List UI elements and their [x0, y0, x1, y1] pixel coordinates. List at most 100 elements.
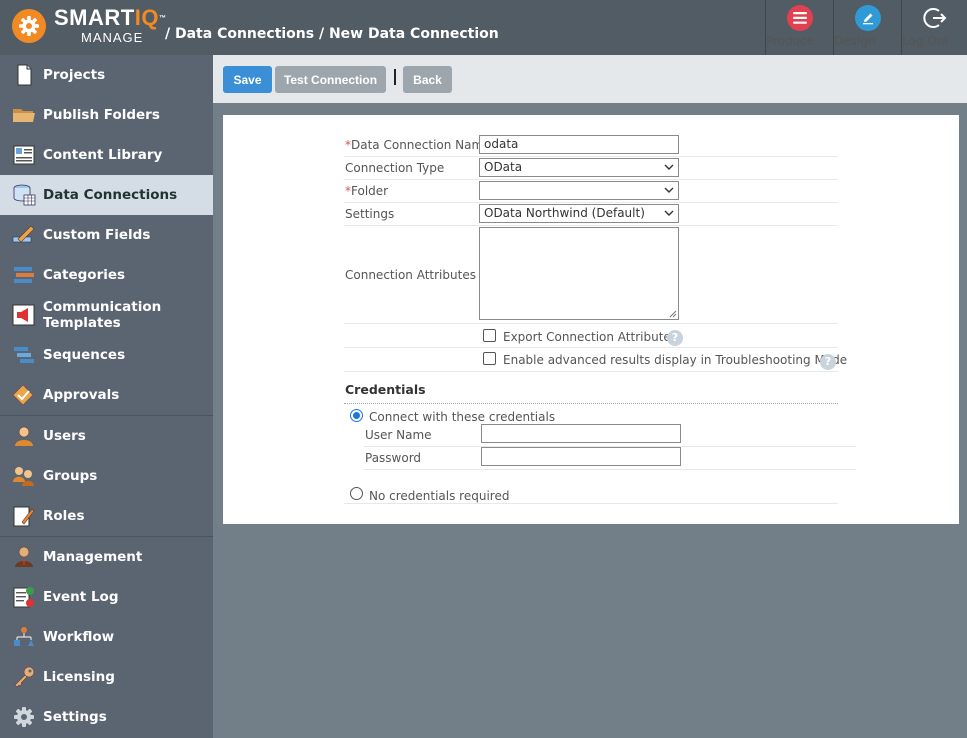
settings-select[interactable]: OData Northwind (Default): [479, 204, 679, 223]
sidebar-item-label: Communication Templates: [43, 299, 162, 331]
credentials-divider: [344, 403, 838, 404]
smartiq-logo-icon: [12, 9, 46, 43]
sidebar-item-users[interactable]: Users: [0, 416, 213, 456]
user-icon: [15, 426, 33, 446]
username-input[interactable]: [481, 424, 681, 443]
sidebar-item-label: Approvals: [43, 387, 120, 403]
pencil-ruler-icon: [12, 225, 35, 243]
toolbar-divider: [394, 69, 396, 85]
no-credentials-label: No credentials required: [369, 489, 510, 503]
sidebar-item-event-log[interactable]: Event Log: [0, 577, 213, 617]
database-icon: [13, 184, 36, 206]
design-button[interactable]: Design: [833, 0, 901, 55]
logo-tm: ™: [158, 15, 167, 22]
row-divider: [344, 347, 838, 348]
sidebar-item-label: Roles: [43, 508, 85, 524]
folder-icon: [13, 109, 35, 122]
data-connection-form: *Data Connection Name odata Connection T…: [223, 115, 959, 524]
gear-icon: [14, 707, 34, 727]
manager-icon: [15, 546, 33, 567]
attributes-label: Connection Attributes: [345, 268, 476, 282]
sidebar-item-data-connections[interactable]: Data Connections: [0, 175, 213, 215]
type-label: Connection Type: [345, 161, 445, 175]
advanced-results-label: Enable advanced results display in Troub…: [503, 353, 848, 367]
sidebar-item-label: Sequences: [43, 347, 126, 363]
produce-label: Produce: [766, 34, 815, 48]
sidebar-item-approvals[interactable]: Approvals: [0, 375, 213, 415]
logo-iq: IQ: [134, 5, 159, 30]
approval-icon: [12, 384, 34, 406]
produce-button[interactable]: Produce: [765, 0, 833, 55]
sidebar-item-communication-templates[interactable]: Communication Templates: [0, 295, 213, 335]
row-divider: [344, 371, 838, 372]
sidebar-item-label: Categories: [43, 267, 126, 283]
chevron-down-icon: [664, 164, 674, 170]
sidebar-item-categories[interactable]: Categories: [0, 255, 213, 295]
sidebar-item-custom-fields[interactable]: Custom Fields: [0, 215, 213, 255]
row-divider: [364, 469, 856, 470]
help-icon[interactable]: ?: [667, 330, 683, 346]
row-divider: [344, 179, 838, 180]
help-icon[interactable]: ?: [820, 354, 836, 370]
save-button[interactable]: Save: [223, 66, 272, 93]
chevron-down-icon: [664, 187, 674, 193]
document-icon: [17, 64, 32, 86]
connection-attributes-textarea[interactable]: [479, 227, 679, 320]
connect-with-credentials-radio[interactable]: [350, 409, 363, 422]
resize-handle-icon[interactable]: [669, 310, 677, 318]
sidebar-item-management[interactable]: Management: [0, 537, 213, 577]
export-attributes-checkbox[interactable]: [483, 329, 496, 342]
folder-label: *Folder: [345, 184, 388, 198]
logout-button[interactable]: Log Out: [901, 0, 967, 55]
connection-name-input[interactable]: odata: [479, 135, 679, 154]
connection-type-value: OData: [484, 160, 523, 174]
folder-label-text: Folder: [351, 184, 389, 198]
sidebar-item-settings[interactable]: Settings: [0, 697, 213, 737]
sidebar-item-label: Workflow: [43, 629, 115, 645]
categories-icon: [14, 267, 34, 283]
test-connection-button[interactable]: Test Connection: [275, 66, 386, 93]
sidebar-item-label: Content Library: [43, 147, 163, 163]
sidebar-item-sequences[interactable]: Sequences: [0, 335, 213, 375]
workflow-icon: [14, 627, 34, 646]
sidebar: Projects Publish Folders Content Library…: [0, 55, 213, 738]
folder-select[interactable]: [479, 181, 679, 200]
row-divider: [344, 225, 838, 226]
sidebar-item-projects[interactable]: Projects: [0, 55, 213, 95]
sidebar-item-label: Event Log: [43, 589, 119, 605]
back-button[interactable]: Back: [403, 66, 452, 93]
advanced-results-checkbox[interactable]: [483, 352, 496, 365]
sidebar-item-roles[interactable]: Roles: [0, 496, 213, 536]
name-label: *Data Connection Name: [345, 138, 491, 152]
settings-value: OData Northwind (Default): [484, 206, 645, 220]
logo-subtitle: MANAGE: [81, 30, 144, 45]
sidebar-item-content-library[interactable]: Content Library: [0, 135, 213, 175]
sidebar-item-label: Projects: [43, 67, 106, 83]
export-attributes-label: Export Connection Attributes: [503, 330, 678, 344]
sidebar-item-label: Publish Folders: [43, 107, 160, 123]
sidebar-item-label: Management: [43, 549, 143, 565]
row-divider: [344, 503, 838, 504]
sidebar-item-licensing[interactable]: Licensing: [0, 657, 213, 697]
sidebar-item-groups[interactable]: Groups: [0, 456, 213, 496]
no-credentials-radio[interactable]: [350, 487, 363, 500]
password-input[interactable]: [481, 447, 681, 466]
sidebar-item-label: Settings: [43, 709, 107, 725]
sidebar-item-label: Licensing: [43, 669, 115, 685]
sidebar-item-workflow[interactable]: Workflow: [0, 617, 213, 657]
logo-wordmark: SMARTIQ™: [54, 5, 166, 31]
sidebar-item-label: Data Connections: [43, 187, 178, 203]
username-label: User Name: [365, 428, 432, 442]
library-icon: [13, 145, 35, 165]
sidebar-item-label: Groups: [43, 468, 98, 484]
chevron-down-icon: [664, 210, 674, 216]
pencil-icon: [854, 5, 881, 31]
connect-with-credentials-label: Connect with these credentials: [369, 410, 556, 424]
connection-type-select[interactable]: OData: [479, 158, 679, 177]
sidebar-item-label: Custom Fields: [43, 227, 151, 243]
logout-icon: [922, 5, 948, 31]
role-icon: [13, 506, 35, 527]
sidebar-item-publish-folders[interactable]: Publish Folders: [0, 95, 213, 135]
credentials-title: Credentials: [345, 382, 426, 397]
design-label: Design: [834, 34, 876, 48]
